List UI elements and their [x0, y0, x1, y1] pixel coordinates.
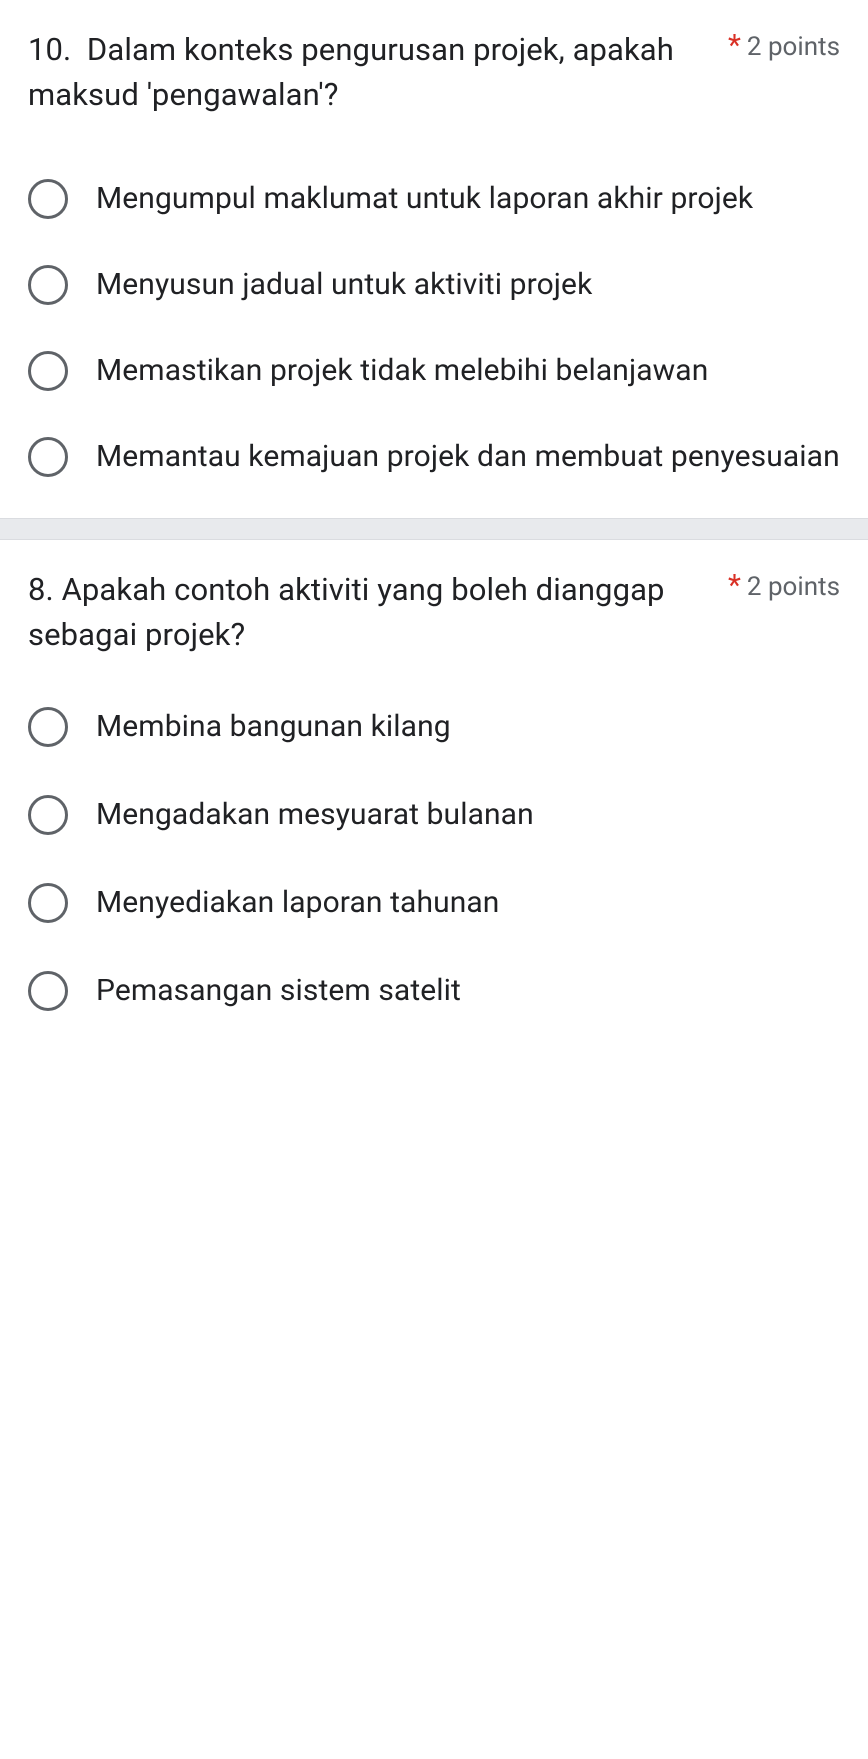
question-header: 10. Dalam konteks pengurusan projek, apa… — [28, 28, 840, 118]
radio-button[interactable] — [28, 971, 68, 1011]
question-card-10: 10. Dalam konteks pengurusan projek, apa… — [0, 0, 868, 518]
option-row[interactable]: Memastikan projek tidak melebihi belanja… — [28, 350, 840, 392]
option-row[interactable]: Menyediakan laporan tahunan — [28, 882, 840, 924]
radio-button[interactable] — [28, 265, 68, 305]
options-list: Mengumpul maklumat untuk laporan akhir p… — [28, 178, 840, 478]
option-text: Menyediakan laporan tahunan — [96, 882, 499, 924]
header-right: * 2 points — [728, 28, 840, 63]
points-label: 2 points — [747, 568, 840, 602]
option-row[interactable]: Memantau kemajuan projek dan membuat pen… — [28, 436, 840, 478]
radio-button[interactable] — [28, 883, 68, 923]
option-text: Pemasangan sistem satelit — [96, 970, 461, 1012]
required-asterisk: * — [728, 28, 741, 63]
question-text: 10. Dalam konteks pengurusan projek, apa… — [28, 28, 728, 118]
question-number: 8. — [28, 571, 54, 608]
radio-button[interactable] — [28, 707, 68, 747]
points-label: 2 points — [747, 28, 840, 62]
option-row[interactable]: Menyusun jadual untuk aktiviti projek — [28, 264, 840, 306]
option-row[interactable]: Mengadakan mesyuarat bulanan — [28, 794, 840, 836]
radio-button[interactable] — [28, 437, 68, 477]
option-row[interactable]: Membina bangunan kilang — [28, 706, 840, 748]
option-text: Mengadakan mesyuarat bulanan — [96, 794, 534, 836]
option-text: Menyusun jadual untuk aktiviti projek — [96, 264, 592, 306]
option-row[interactable]: Pemasangan sistem satelit — [28, 970, 840, 1012]
question-header: 8. Apakah contoh aktiviti yang boleh dia… — [28, 568, 840, 658]
option-row[interactable]: Mengumpul maklumat untuk laporan akhir p… — [28, 178, 840, 220]
question-body: Dalam konteks pengurusan projek, apakah … — [28, 31, 674, 113]
option-text: Membina bangunan kilang — [96, 706, 451, 748]
question-text: 8. Apakah contoh aktiviti yang boleh dia… — [28, 568, 728, 658]
question-body: Apakah contoh aktiviti yang boleh diangg… — [28, 571, 665, 653]
question-number: 10. — [28, 31, 71, 68]
option-text: Memantau kemajuan projek dan membuat pen… — [96, 436, 840, 478]
radio-button[interactable] — [28, 795, 68, 835]
option-text: Memastikan projek tidak melebihi belanja… — [96, 350, 708, 392]
card-divider — [0, 518, 868, 540]
radio-button[interactable] — [28, 179, 68, 219]
required-asterisk: * — [728, 568, 741, 603]
options-list: Membina bangunan kilang Mengadakan mesyu… — [28, 706, 840, 1012]
question-card-8: 8. Apakah contoh aktiviti yang boleh dia… — [0, 540, 868, 1052]
radio-button[interactable] — [28, 351, 68, 391]
header-right: * 2 points — [728, 568, 840, 603]
option-text: Mengumpul maklumat untuk laporan akhir p… — [96, 178, 753, 220]
